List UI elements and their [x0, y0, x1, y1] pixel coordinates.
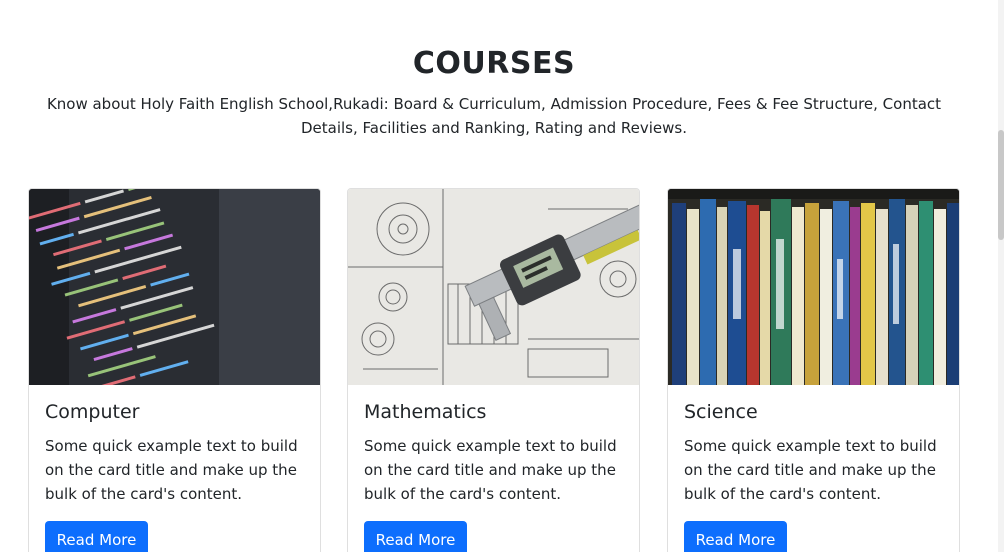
- mathematics-course-image: [348, 189, 639, 385]
- card-title: Computer: [45, 401, 140, 423]
- section-description: Know about Holy Faith English School,Ruk…: [46, 95, 942, 137]
- course-card-science: Science Some quick example text to build…: [667, 188, 960, 552]
- card-text: Some quick example text to build on the …: [45, 437, 298, 503]
- card-title: Mathematics: [364, 401, 487, 423]
- card-text: Some quick example text to build on the …: [364, 437, 617, 503]
- section-title: COURSES: [412, 46, 576, 81]
- read-more-button[interactable]: Read More: [684, 521, 787, 552]
- course-card-computer: Computer Some quick example text to buil…: [28, 188, 321, 552]
- courses-page: COURSES Know about Holy Faith English Sc…: [0, 0, 1004, 552]
- scrollbar-thumb[interactable]: [998, 130, 1004, 240]
- course-card-mathematics: Mathematics Some quick example text to b…: [347, 188, 640, 552]
- card-text: Some quick example text to build on the …: [684, 437, 937, 503]
- card-title: Science: [684, 401, 758, 423]
- read-more-button[interactable]: Read More: [364, 521, 467, 552]
- read-more-button[interactable]: Read More: [45, 521, 148, 552]
- computer-course-image: [29, 189, 320, 385]
- scrollbar-track[interactable]: [998, 0, 1004, 552]
- science-course-image: [668, 189, 959, 385]
